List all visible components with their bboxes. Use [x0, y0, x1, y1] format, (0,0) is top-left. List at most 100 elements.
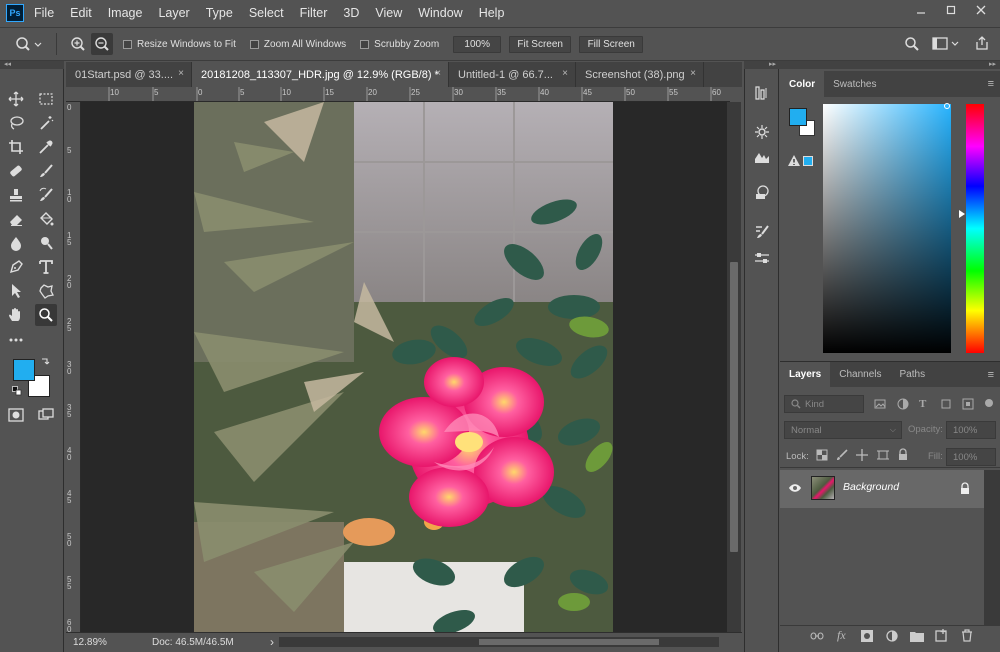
vertical-scrollbar-thumb[interactable]: [730, 262, 738, 552]
add-mask-icon[interactable]: [861, 630, 873, 642]
menu-3d[interactable]: 3D: [343, 6, 359, 20]
pen-tool-icon[interactable]: [5, 256, 27, 278]
gamut-color-swatch[interactable]: [803, 156, 813, 166]
lock-transparent-icon[interactable]: [816, 449, 828, 461]
close-tab-icon[interactable]: ×: [690, 68, 696, 79]
color-picker-field[interactable]: [823, 104, 951, 353]
layer-row-background[interactable]: Background: [780, 470, 984, 508]
horizontal-scrollbar[interactable]: [279, 637, 719, 647]
zoom-out-icon[interactable]: [91, 33, 113, 55]
menu-view[interactable]: View: [375, 6, 402, 20]
menu-help[interactable]: Help: [479, 6, 505, 20]
layer-name[interactable]: Background: [843, 481, 899, 493]
horizontal-scrollbar-thumb[interactable]: [479, 639, 659, 645]
zoom-all-windows-checkbox[interactable]: Zoom All Windows: [249, 39, 346, 50]
tab-swatches[interactable]: Swatches: [824, 71, 885, 97]
blur-tool-icon[interactable]: [5, 232, 27, 254]
path-selection-icon[interactable]: [5, 280, 27, 302]
panel-menu-icon[interactable]: ≡: [988, 78, 994, 90]
lock-all-icon[interactable]: [898, 448, 908, 461]
resize-windows-checkbox[interactable]: Resize Windows to Fit: [123, 39, 236, 50]
more-tools-icon[interactable]: [5, 329, 27, 351]
panel-menu-icon[interactable]: ≡: [988, 369, 994, 381]
tab-layers[interactable]: Layers: [780, 361, 831, 388]
status-menu-arrow[interactable]: ›: [270, 635, 274, 649]
vertical-ruler[interactable]: 0 5 1 0 1 5 2 0 2 5 3 0 3 5 4 0 4 5 5 0 …: [66, 102, 81, 632]
tab-01start[interactable]: 01Start.psd @ 33.... ×: [66, 62, 192, 87]
lock-position-icon[interactable]: [856, 449, 868, 461]
custom-shape-icon[interactable]: [35, 280, 57, 302]
libraries-panel-icon[interactable]: [751, 181, 773, 203]
hue-slider[interactable]: [966, 104, 984, 353]
canvas-area[interactable]: [81, 102, 727, 632]
opacity-field[interactable]: 100%: [946, 421, 996, 439]
adjustments-panel-icon[interactable]: [751, 146, 773, 168]
eyedropper-icon[interactable]: [35, 136, 57, 158]
tab-screenshot-38[interactable]: Screenshot (38).png ×: [576, 62, 704, 87]
move-tool-icon[interactable]: [5, 88, 27, 110]
tab-untitled-1[interactable]: Untitled-1 @ 66.7... ×: [449, 62, 576, 87]
panels-collapse-strip[interactable]: ▸▸: [744, 61, 780, 69]
smart-object-filter-icon[interactable]: [962, 398, 974, 410]
filter-toggle-icon[interactable]: [984, 396, 994, 410]
share-icon[interactable]: [974, 35, 990, 51]
vertical-scrollbar[interactable]: [727, 102, 741, 632]
brush-settings-icon[interactable]: [751, 221, 773, 243]
crop-tool-icon[interactable]: [5, 136, 27, 158]
menu-file[interactable]: File: [34, 6, 54, 20]
eraser-tool-icon[interactable]: [5, 208, 27, 230]
foreground-color-swatch[interactable]: [13, 359, 35, 381]
clone-stamp-icon[interactable]: [5, 184, 27, 206]
zoom-in-icon[interactable]: [67, 33, 89, 55]
restore-icon[interactable]: [936, 0, 966, 20]
type-filter-icon[interactable]: T: [919, 398, 926, 410]
fill-screen-button[interactable]: Fill Screen: [579, 35, 644, 53]
hand-tool-icon[interactable]: [5, 304, 27, 326]
menu-window[interactable]: Window: [418, 6, 462, 20]
close-window-icon[interactable]: [966, 0, 996, 20]
menu-filter[interactable]: Filter: [300, 6, 328, 20]
zoom-tool-icon[interactable]: [35, 304, 57, 326]
fill-field[interactable]: 100%: [946, 448, 996, 466]
default-colors-icon[interactable]: [12, 386, 22, 396]
hue-slider-handle[interactable]: [959, 210, 965, 218]
out-of-gamut-warning-icon[interactable]: [788, 155, 800, 166]
tools-collapse-strip[interactable]: ◂◂: [0, 61, 64, 69]
horizontal-ruler[interactable]: 10 5 0 5 10 15 20 25 30 35 40 45 50 55 6…: [66, 87, 730, 102]
menu-type[interactable]: Type: [206, 6, 233, 20]
menu-image[interactable]: Image: [108, 6, 143, 20]
close-tab-icon[interactable]: ×: [435, 68, 441, 79]
new-group-icon[interactable]: [910, 630, 924, 642]
zoom-100-button[interactable]: 100%: [453, 35, 502, 53]
brush-tool-icon[interactable]: [35, 160, 57, 182]
link-layers-icon[interactable]: [810, 630, 824, 642]
adjustment-layer-icon[interactable]: [886, 630, 898, 642]
shape-filter-icon[interactable]: [940, 398, 952, 410]
magic-wand-icon[interactable]: [35, 112, 57, 134]
dodge-tool-icon[interactable]: [35, 232, 57, 254]
screen-mode-icon[interactable]: [35, 404, 57, 426]
menu-edit[interactable]: Edit: [70, 6, 92, 20]
layers-scrollbar[interactable]: [984, 470, 1000, 625]
new-layer-icon[interactable]: [935, 629, 947, 642]
fit-screen-button[interactable]: Fit Screen: [509, 35, 572, 53]
layer-kind-filter[interactable]: Kind: [784, 395, 864, 413]
zoom-tool-preset-icon[interactable]: [14, 33, 44, 55]
adjustment-filter-icon[interactable]: [897, 398, 909, 410]
workspace-icon[interactable]: [932, 36, 960, 52]
blend-mode-select[interactable]: Normal ⌵: [784, 421, 902, 439]
lock-image-icon[interactable]: [836, 449, 848, 461]
close-tab-icon[interactable]: ×: [562, 68, 568, 79]
tab-hdr-image[interactable]: 20181208_113307_HDR.jpg @ 12.9% (RGB/8) …: [192, 62, 449, 87]
layer-style-icon[interactable]: fx: [837, 628, 846, 643]
search-icon[interactable]: [904, 36, 920, 52]
menu-select[interactable]: Select: [249, 6, 284, 20]
close-tab-icon[interactable]: ×: [178, 68, 184, 79]
marquee-tool-icon[interactable]: [35, 88, 57, 110]
panels-collapse-strip-right[interactable]: ▸▸: [780, 61, 1000, 69]
tool-presets-icon[interactable]: [751, 247, 773, 269]
minimize-icon[interactable]: [906, 0, 936, 20]
color-panel-foreground-swatch[interactable]: [789, 108, 807, 126]
scrubby-zoom-checkbox[interactable]: Scrubby Zoom: [360, 39, 439, 50]
healing-brush-icon[interactable]: [5, 160, 27, 182]
